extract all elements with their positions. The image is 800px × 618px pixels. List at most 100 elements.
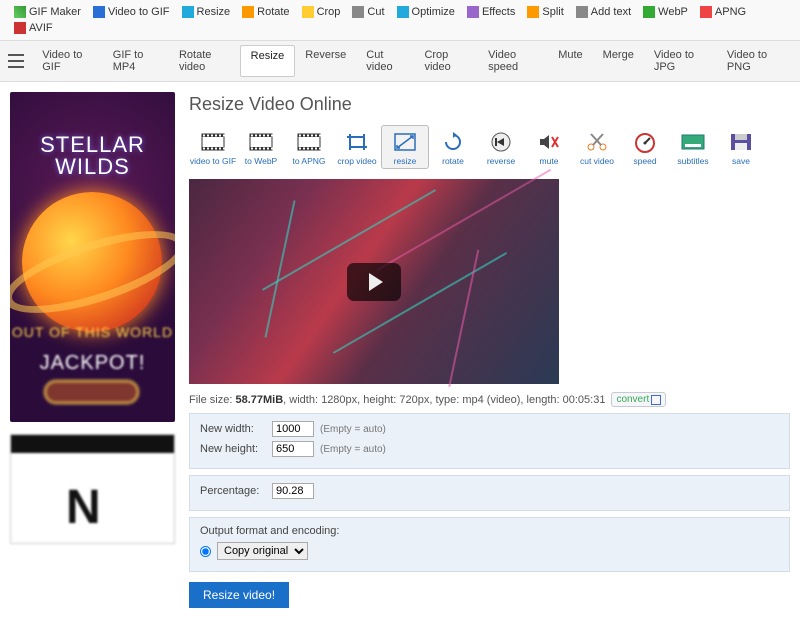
rotate-icon [439,130,467,154]
subnav-video-to-gif[interactable]: Video to GIF [32,45,103,77]
subnav-merge[interactable]: Merge [593,45,644,77]
ad1-cta-button[interactable] [44,380,139,404]
subnav-reverse[interactable]: Reverse [295,45,356,77]
height-label: New height: [200,443,266,455]
topnav-label: Rotate [257,6,289,18]
topnav-video-to-gif[interactable]: Video to GIF [87,4,176,20]
tool-crop-video[interactable]: crop video [333,125,381,169]
gif-maker-icon [14,6,26,18]
topnav-label: Resize [197,6,231,18]
tool-label: speed [633,156,656,166]
percentage-form: Percentage: [189,475,790,511]
output-radio[interactable] [200,546,211,557]
resize-icon [391,130,419,154]
top-nav: GIF Maker Video to GIF Resize Rotate Crop Cut… [0,0,800,41]
subnav-video-speed[interactable]: Video speed [478,45,548,77]
topnav-label: Cut [367,6,384,18]
subnav-rotate-video[interactable]: Rotate video [169,45,240,77]
add-text-icon [576,6,588,18]
subnav-cut-video[interactable]: Cut video [356,45,414,77]
tool-save[interactable]: save [717,125,765,169]
output-form: Output format and encoding: Copy origina… [189,517,790,572]
resize-submit-button[interactable]: Resize video! [189,582,289,608]
output-select[interactable]: Copy original [217,542,308,560]
topnav-crop[interactable]: Crop [296,4,347,20]
tool-video-to-gif[interactable]: video to GIF [189,125,237,169]
play-icon [369,273,383,291]
tool-label: rotate [442,156,464,166]
ad-banner-1[interactable]: STELLAR WILDS OUT OF THIS WORLD JACKPOT! [10,92,175,422]
convert-icon [651,395,661,405]
video-to-gif-icon [93,6,105,18]
tool-resize[interactable]: resize [381,125,429,169]
split-icon [527,6,539,18]
topnav-label: Add text [591,6,631,18]
tool-label: to WebP [245,156,277,166]
tool-rotate[interactable]: rotate [429,125,477,169]
topnav-add-text[interactable]: Add text [570,4,637,20]
subnav-resize[interactable]: Resize [240,45,296,77]
subnav-crop-video[interactable]: Crop video [414,45,478,77]
reverse-icon [487,130,515,154]
topnav-avif[interactable]: AVIF [8,20,59,36]
topnav-label: Effects [482,6,515,18]
height-hint: (Empty = auto) [320,444,386,455]
topnav-label: APNG [715,6,746,18]
topnav-resize[interactable]: Resize [176,4,237,20]
topnav-cut[interactable]: Cut [346,4,390,20]
video-preview[interactable] [189,179,559,384]
resize-form: New width: (Empty = auto) New height: (E… [189,413,790,469]
to-webp-icon [247,130,275,154]
topnav-label: AVIF [29,22,53,34]
tool-label: crop video [337,156,376,166]
ad1-sub1: OUT OF THIS WORLD [10,324,175,340]
convert-button[interactable]: convert [611,392,666,407]
page-title: Resize Video Online [189,94,790,115]
webp-icon [643,6,655,18]
tool-label: video to GIF [190,156,236,166]
file-meta: File size: 58.77MiB, width: 1280px, heig… [189,392,790,407]
topnav-gif-maker[interactable]: GIF Maker [8,4,87,20]
crop-icon [302,6,314,18]
topnav-apng[interactable]: APNG [694,4,752,20]
resize-icon [182,6,194,18]
topnav-effects[interactable]: Effects [461,4,521,20]
topnav-label: Crop [317,6,341,18]
topnav-webp[interactable]: WebP [637,4,694,20]
tool-reverse[interactable]: reverse [477,125,525,169]
meta-rest: , width: 1280px, height: 720px, type: mp… [283,394,605,406]
tool-to-apng[interactable]: to APNG [285,125,333,169]
menu-icon[interactable] [8,54,24,68]
topnav-rotate[interactable]: Rotate [236,4,295,20]
tool-cut-video[interactable]: cut video [573,125,621,169]
width-input[interactable] [272,421,314,437]
percentage-input[interactable] [272,483,314,499]
output-label: Output format and encoding: [200,525,779,537]
width-label: New width: [200,423,266,435]
tool-subtitles[interactable]: subtitles [669,125,717,169]
tool-label: reverse [487,156,515,166]
topnav-split[interactable]: Split [521,4,569,20]
play-button[interactable] [347,263,401,301]
tool-label: resize [394,156,417,166]
subnav-mute[interactable]: Mute [548,45,592,77]
to-apng-icon [295,130,323,154]
tool-speed[interactable]: speed [621,125,669,169]
topnav-label: Split [542,6,563,18]
ad-banner-2[interactable]: N [10,434,175,544]
topnav-optimize[interactable]: Optimize [391,4,461,20]
subnav-gif-to-mp4[interactable]: GIF to MP4 [103,45,169,77]
tool-label: save [732,156,750,166]
mute-icon [535,130,563,154]
tool-to-webp[interactable]: to WebP [237,125,285,169]
subnav-video-to-jpg[interactable]: Video to JPG [644,45,717,77]
rotate-icon [242,6,254,18]
topnav-label: Optimize [412,6,455,18]
topnav-label: Video to GIF [108,6,170,18]
tool-row: video to GIF to WebP to APNG crop video resi… [189,125,790,169]
height-input[interactable] [272,441,314,457]
tool-label: cut video [580,156,614,166]
subnav-video-to-png[interactable]: Video to PNG [717,45,792,77]
tool-mute[interactable]: mute [525,125,573,169]
tool-label: to APNG [292,156,325,166]
